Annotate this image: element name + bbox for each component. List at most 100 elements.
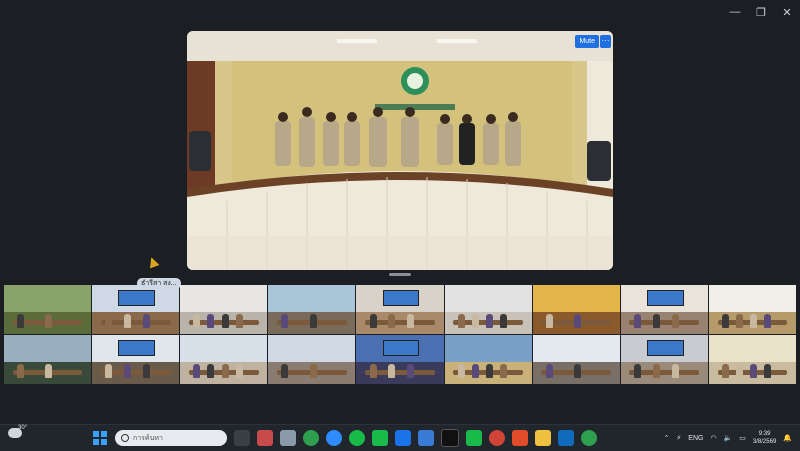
projector-screen bbox=[382, 339, 420, 356]
weather-widget[interactable]: 30° bbox=[8, 425, 27, 438]
projector-screen bbox=[646, 289, 684, 306]
participant-video-tile[interactable] bbox=[444, 335, 532, 384]
participant-figure bbox=[124, 314, 132, 329]
participant-video-tile[interactable] bbox=[356, 285, 444, 334]
participant-gallery bbox=[4, 285, 796, 384]
wifi-icon[interactable]: ◠ bbox=[710, 434, 716, 442]
capcut-icon[interactable] bbox=[441, 429, 459, 447]
meet-icon[interactable] bbox=[395, 430, 411, 446]
participant-video-tile[interactable] bbox=[708, 285, 796, 334]
participant-figure bbox=[633, 364, 641, 379]
participant-figure bbox=[736, 314, 744, 329]
tile-background bbox=[180, 285, 268, 312]
window-controls: — ❐ ✕ bbox=[722, 0, 800, 24]
participant-video-tile[interactable] bbox=[180, 335, 268, 384]
participant-figure bbox=[736, 364, 744, 379]
participant-figure bbox=[500, 364, 508, 379]
projector-screen bbox=[118, 289, 156, 306]
participant-video-tile[interactable] bbox=[356, 335, 444, 384]
restore-icon[interactable]: ❐ bbox=[748, 0, 774, 24]
participant-figure bbox=[281, 314, 289, 329]
chevron-up-icon[interactable]: ⌃ bbox=[664, 434, 670, 442]
screen-icon[interactable] bbox=[418, 430, 434, 446]
participant-figure bbox=[671, 314, 679, 329]
more-options-button[interactable]: ··· bbox=[600, 35, 611, 48]
participant-figure bbox=[500, 314, 508, 329]
taskbar-search-input[interactable]: การค้นหา bbox=[115, 430, 227, 446]
participant-video-tile[interactable] bbox=[708, 335, 796, 384]
search-icon bbox=[121, 434, 129, 442]
clock-time: 9:39 bbox=[758, 431, 771, 437]
participant-figure bbox=[207, 314, 215, 329]
participant-video-tile[interactable] bbox=[532, 285, 620, 334]
participant-figure bbox=[207, 364, 215, 379]
chrome-icon-2[interactable] bbox=[489, 430, 505, 446]
weather-temperature: 30° bbox=[18, 425, 28, 431]
participant-video-tile[interactable] bbox=[180, 285, 268, 334]
tile-background bbox=[4, 285, 92, 312]
participant-video-tile[interactable] bbox=[444, 285, 532, 334]
panel-resize-handle[interactable] bbox=[389, 273, 411, 276]
participant-video-tile[interactable] bbox=[4, 335, 92, 384]
participant-video-tile[interactable] bbox=[620, 335, 708, 384]
app-icon-snip[interactable] bbox=[280, 430, 296, 446]
chrome-icon[interactable] bbox=[303, 430, 319, 446]
projector-screen bbox=[382, 289, 420, 306]
projector-screen bbox=[646, 339, 684, 356]
mute-button[interactable]: Mute bbox=[575, 35, 599, 48]
taskbar-apps: การค้นหา bbox=[92, 429, 597, 447]
line-icon-3[interactable] bbox=[466, 430, 482, 446]
close-icon[interactable]: ✕ bbox=[774, 0, 800, 24]
network-app-icon[interactable]: ⚡ bbox=[676, 434, 681, 442]
participant-video-tile[interactable] bbox=[268, 285, 356, 334]
taskbar-clock[interactable]: 9:39 3/8/2569 bbox=[753, 430, 776, 446]
line-icon-2[interactable] bbox=[372, 430, 388, 446]
participant-figure bbox=[388, 364, 396, 379]
participant-figure bbox=[193, 364, 201, 379]
participant-figure bbox=[369, 314, 377, 329]
notification-bell-icon[interactable]: 🔔 bbox=[783, 434, 792, 442]
participant-figure bbox=[471, 364, 479, 379]
windows-start-icon[interactable] bbox=[92, 430, 108, 446]
participant-figure bbox=[105, 364, 113, 379]
cloud-icon: 30° bbox=[8, 425, 27, 438]
zoom-icon[interactable] bbox=[326, 430, 342, 446]
app-icon-orange[interactable] bbox=[512, 430, 528, 446]
app-icon-red[interactable] bbox=[257, 430, 273, 446]
battery-icon[interactable]: ▭ bbox=[739, 434, 746, 442]
participant-figure bbox=[574, 314, 582, 329]
outlook-icon[interactable] bbox=[558, 430, 574, 446]
file-explorer-icon[interactable] bbox=[535, 430, 551, 446]
task-view-icon[interactable] bbox=[234, 430, 250, 446]
tile-background bbox=[268, 285, 356, 312]
participant-figure bbox=[124, 364, 132, 379]
participant-figure bbox=[457, 364, 465, 379]
participant-figure bbox=[221, 364, 229, 379]
participant-video-tile[interactable] bbox=[620, 285, 708, 334]
participant-figure bbox=[309, 314, 317, 329]
tile-background bbox=[708, 285, 796, 312]
participant-video-tile[interactable] bbox=[4, 285, 92, 334]
volume-icon[interactable]: 🔈 bbox=[724, 434, 733, 442]
participant-figure bbox=[17, 314, 25, 329]
participant-figure bbox=[45, 364, 53, 379]
clock-date: 3/8/2569 bbox=[752, 439, 777, 445]
participant-figure bbox=[764, 314, 772, 329]
participant-figure bbox=[221, 314, 229, 329]
participant-video-tile[interactable] bbox=[92, 285, 180, 334]
participant-video-tile[interactable] bbox=[92, 335, 180, 384]
tile-background bbox=[444, 285, 532, 312]
system-tray: ⌃ ⚡ ENG ◠ 🔈 ▭ 9:39 3/8/2569 🔔 bbox=[664, 428, 793, 448]
chrome-icon-3[interactable] bbox=[581, 430, 597, 446]
participant-figure bbox=[45, 314, 53, 329]
minimize-icon[interactable]: — bbox=[722, 0, 748, 24]
participant-figure bbox=[193, 314, 201, 329]
language-indicator[interactable]: ENG bbox=[688, 435, 703, 442]
line-icon[interactable] bbox=[349, 430, 365, 446]
projector-screen bbox=[118, 339, 156, 356]
participant-figure bbox=[485, 364, 493, 379]
participant-video-tile[interactable] bbox=[268, 335, 356, 384]
tile-background bbox=[180, 335, 268, 362]
main-speaker-video[interactable]: Mute ··· bbox=[187, 31, 613, 270]
participant-video-tile[interactable] bbox=[532, 335, 620, 384]
